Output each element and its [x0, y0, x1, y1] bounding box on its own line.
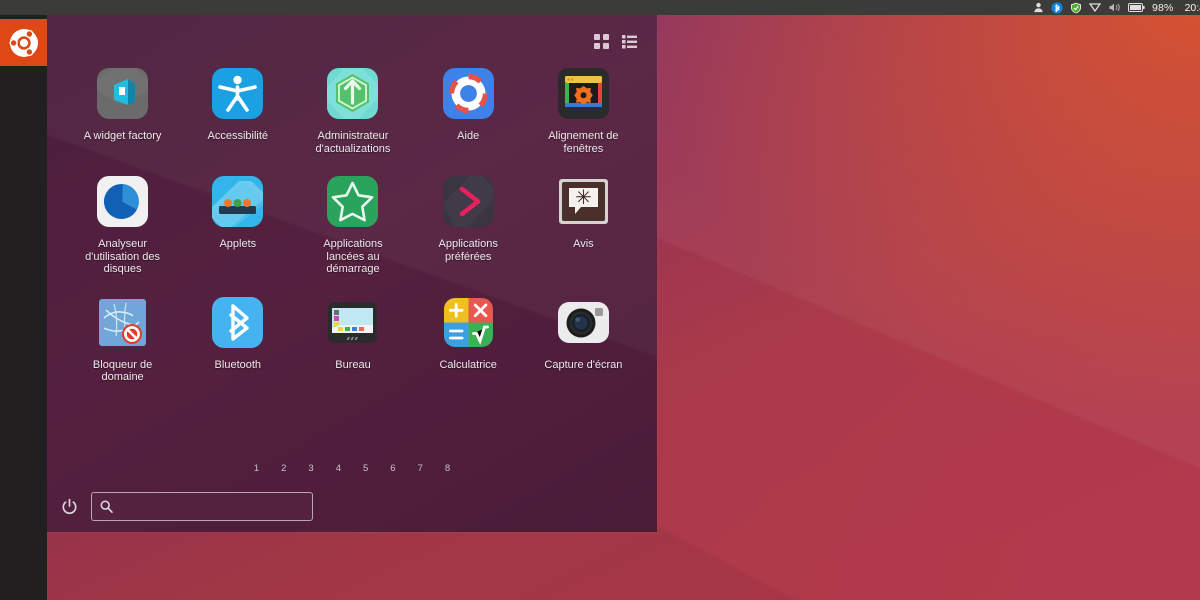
page-button[interactable]: 7: [418, 463, 423, 474]
app-item-a-widget-factory[interactable]: A widget factory: [65, 65, 180, 155]
domain-blocker-icon: [94, 294, 151, 351]
applets-icon: [209, 173, 266, 230]
power-button[interactable]: [61, 498, 78, 515]
app-item-applications-demarrage[interactable]: Applications lancées au démarrage: [295, 173, 410, 276]
volume-icon[interactable]: [1108, 0, 1121, 15]
battery-percent-label: 98%: [1151, 1, 1174, 14]
page-button[interactable]: 4: [336, 463, 341, 474]
bluetooth-icon: [209, 294, 266, 351]
list-view-icon[interactable]: [622, 34, 637, 54]
page-button[interactable]: 3: [308, 463, 313, 474]
search-box[interactable]: [91, 491, 313, 521]
page-button[interactable]: 2: [281, 463, 286, 474]
app-label: Applications lancées au démarrage: [323, 238, 383, 275]
app-label: Alignement de fenêtres: [548, 130, 619, 155]
app-label: Capture d'écran: [544, 358, 623, 371]
app-label: A widget factory: [83, 130, 162, 142]
user-icon[interactable]: [1033, 0, 1044, 15]
view-toggle-group: [594, 34, 637, 54]
app-label: Administrateur d'actualizations: [315, 130, 391, 155]
svg-text:✳: ✳: [575, 185, 592, 209]
top-panel: 98% 20:4: [0, 0, 1200, 15]
app-item-applets[interactable]: Applets: [180, 173, 295, 276]
app-item-bureau[interactable]: Bureau: [295, 294, 410, 384]
app-item-bluetooth[interactable]: Bluetooth: [180, 294, 295, 384]
page-indicator: 1 2 3 4 5 6 7 8: [47, 463, 657, 474]
network-icon[interactable]: [1088, 0, 1101, 15]
battery-icon[interactable]: [1127, 0, 1145, 15]
page-button[interactable]: 1: [254, 463, 259, 474]
search-icon: [100, 500, 113, 513]
page-button[interactable]: 6: [390, 463, 395, 474]
desktop-icon: [324, 294, 381, 351]
window-tiling-icon: [555, 65, 612, 122]
grid-view-icon[interactable]: [594, 34, 609, 54]
bluetooth-icon[interactable]: [1051, 0, 1063, 15]
clock-label[interactable]: 20:4: [1185, 2, 1200, 14]
startup-apps-icon: [324, 173, 381, 230]
app-item-applications-preferees[interactable]: Applications préférées: [411, 173, 526, 276]
system-tray: 98% 20:4: [1033, 0, 1200, 15]
ubuntu-logo-icon: [8, 28, 38, 57]
app-item-aide[interactable]: Aide: [411, 65, 526, 155]
app-label: Bloqueur de domaine: [92, 358, 153, 384]
app-label: Applications préférées: [438, 238, 498, 263]
app-item-alignement-de-fenetres[interactable]: Alignement de fenêtres: [526, 65, 641, 155]
page-button[interactable]: 8: [445, 463, 450, 474]
app-item-calculatrice[interactable]: Calculatrice: [411, 294, 526, 384]
page-button[interactable]: 5: [363, 463, 368, 474]
shield-icon[interactable]: [1070, 0, 1082, 15]
app-label: Bureau: [335, 358, 371, 371]
application-menu-panel: A widget factory Accessibilité Administr…: [47, 15, 657, 532]
menu-bottom-bar: [47, 488, 657, 524]
app-item-capture-ecran[interactable]: Capture d'écran: [526, 294, 641, 384]
app-item-avis[interactable]: ✳ Avis: [526, 173, 641, 276]
app-label: Analyseur d'utilisation des disques: [85, 238, 161, 275]
app-label: Accessibilité: [207, 130, 269, 142]
app-label: Aide: [457, 130, 480, 142]
power-icon: [62, 498, 77, 514]
app-item-analyseur-disques[interactable]: Analyseur d'utilisation des disques: [65, 173, 180, 276]
app-label: Bluetooth: [214, 358, 262, 371]
app-label: Avis: [573, 238, 594, 250]
update-manager-icon: [324, 65, 381, 122]
left-launcher-bar: [0, 15, 47, 600]
app-label: Applets: [219, 238, 257, 250]
app-item-bloqueur-de-domaine[interactable]: Bloqueur de domaine: [65, 294, 180, 384]
notifications-icon: ✳: [555, 173, 612, 230]
search-input[interactable]: [120, 500, 304, 512]
accessibility-icon: [209, 65, 266, 122]
app-item-administrateur-actualizations[interactable]: Administrateur d'actualizations: [295, 65, 410, 155]
help-lifebuoy-icon: [440, 65, 497, 122]
calculator-icon: [440, 294, 497, 351]
application-grid: A widget factory Accessibilité Administr…: [65, 65, 641, 384]
widget-factory-icon: [94, 65, 151, 122]
preferred-apps-icon: [440, 173, 497, 230]
disk-usage-icon: [94, 173, 151, 230]
screenshot-camera-icon: [555, 294, 612, 351]
app-label: Calculatrice: [439, 358, 497, 371]
ubuntu-menu-button[interactable]: [0, 19, 47, 66]
app-item-accessibilite[interactable]: Accessibilité: [180, 65, 295, 155]
